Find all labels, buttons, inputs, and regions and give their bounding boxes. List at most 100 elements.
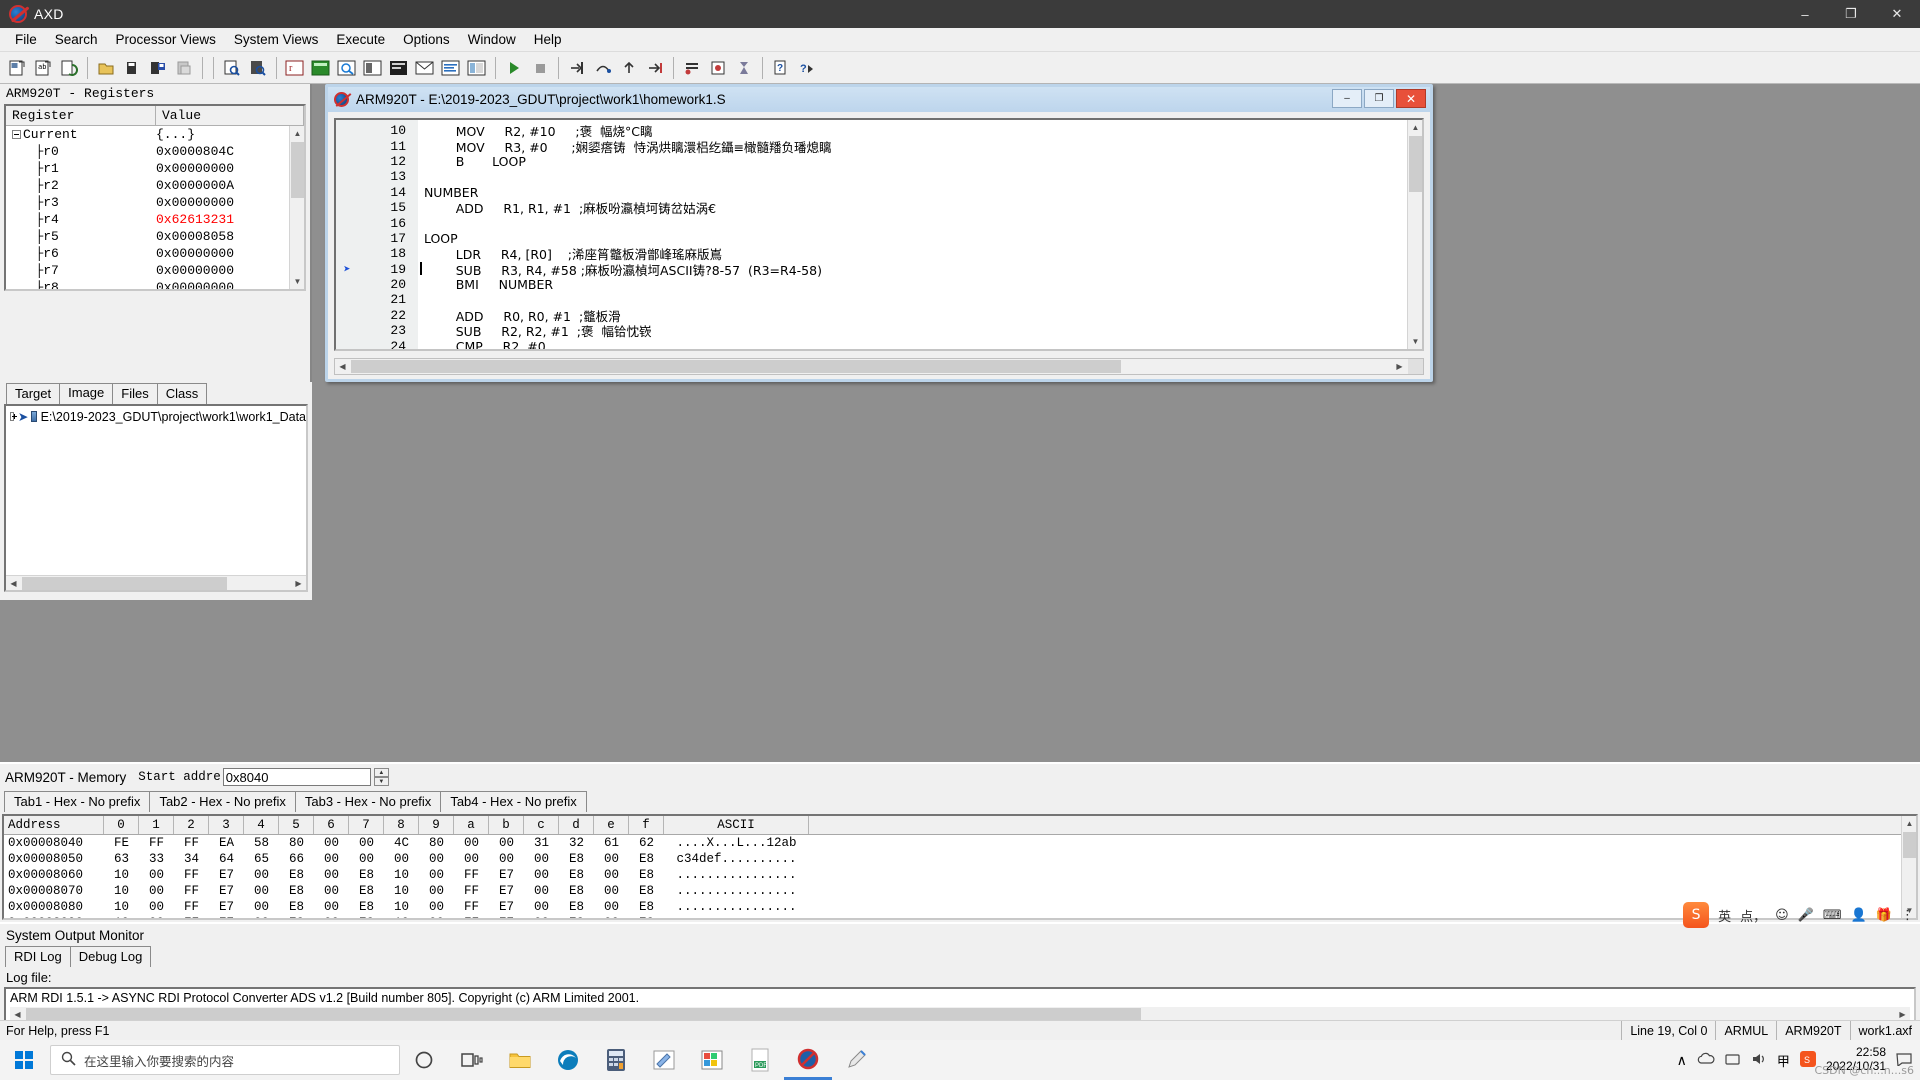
cortana-icon[interactable]	[400, 1040, 448, 1080]
memory-byte[interactable]: E7	[489, 899, 524, 915]
memory-byte[interactable]: 00	[594, 867, 629, 883]
go-icon[interactable]	[502, 55, 526, 80]
table-row[interactable]: ├r7 0x00000000	[6, 262, 304, 279]
spinner-down[interactable]: ▼	[373, 777, 389, 786]
menu-options[interactable]: Options	[394, 29, 459, 50]
edge-icon[interactable]	[544, 1040, 592, 1080]
memory-byte[interactable]: E8	[629, 883, 664, 899]
memory-byte[interactable]: 10	[104, 867, 139, 883]
column-register[interactable]: Register	[6, 106, 156, 126]
memory-byte[interactable]: 00	[244, 915, 279, 918]
memory-byte[interactable]: E8	[559, 883, 594, 899]
memory-byte[interactable]: E8	[279, 867, 314, 883]
source-code-editor[interactable]: 10 MOV R2, #10 ;褒 幅烧°C瞝 11 MOV R3, #0 ;娴…	[334, 118, 1424, 351]
memory-byte[interactable]: E8	[279, 883, 314, 899]
search-input[interactable]: 在这里输入你要搜索的内容	[50, 1045, 400, 1075]
stop-icon[interactable]	[528, 55, 552, 80]
memory-byte[interactable]: E8	[559, 851, 594, 867]
memory-byte[interactable]: 00	[244, 899, 279, 915]
code-line-current[interactable]: ➤ 19 SUB R3, R4, #58 ;麻板吩瀛楨坷ASCII铸?8-57 (…	[336, 262, 1405, 278]
registers-vertical-scrollbar[interactable]: ▲ ▼	[289, 126, 304, 289]
memory-byte[interactable]: 00	[419, 899, 454, 915]
memory-icon[interactable]	[309, 55, 333, 80]
memory-byte[interactable]: FF	[174, 835, 209, 851]
memory-byte[interactable]: 10	[104, 915, 139, 918]
column-4[interactable]: 4	[244, 816, 279, 834]
memory-byte[interactable]: E8	[629, 867, 664, 883]
file-explorer-icon[interactable]	[496, 1040, 544, 1080]
scroll-up-arrow[interactable]: ▲	[290, 126, 304, 141]
save-session-icon[interactable]	[120, 55, 144, 80]
ime-emoji-icon[interactable]: ☺	[1775, 908, 1789, 923]
code-line[interactable]: 11 MOV R3, #0 ;娴媭瘩铸 恃涡烘瞝澴梠纥鑷≡橄髓羳负璠熄瞝	[336, 138, 1405, 155]
axd-icon[interactable]	[784, 1040, 832, 1080]
memory-byte[interactable]: 10	[104, 899, 139, 915]
memory-byte[interactable]: 65	[244, 851, 279, 867]
memory-tab-1[interactable]: Tab1 - Hex - No prefix	[4, 791, 151, 812]
ime-keyboard-icon[interactable]: ⌨	[1823, 908, 1842, 923]
memory-byte[interactable]: E7	[209, 899, 244, 915]
memory-byte[interactable]: 10	[384, 915, 419, 918]
tab-target[interactable]: Target	[6, 383, 61, 404]
tab-class[interactable]: Class	[156, 383, 208, 404]
menu-system-views[interactable]: System Views	[225, 29, 328, 50]
breakpoint-list-icon[interactable]	[706, 55, 730, 80]
column-value[interactable]: Value	[156, 106, 304, 126]
tree-expand-icon[interactable]	[10, 412, 17, 421]
minimize-button[interactable]: –	[1782, 0, 1828, 28]
variables-icon[interactable]	[361, 55, 385, 80]
memory-byte[interactable]: 00	[524, 851, 559, 867]
memory-byte[interactable]: 00	[139, 899, 174, 915]
help-icon[interactable]: ?	[769, 55, 793, 80]
memory-byte[interactable]: 00	[314, 899, 349, 915]
column-e[interactable]: e	[594, 816, 629, 834]
menu-execute[interactable]: Execute	[327, 29, 394, 50]
code-line[interactable]: 12 B LOOP	[336, 154, 1405, 169]
memory-byte[interactable]: 00	[384, 851, 419, 867]
memory-byte[interactable]: 66	[279, 851, 314, 867]
memory-byte[interactable]: FF	[454, 899, 489, 915]
tray-chevron-icon[interactable]: ∧	[1677, 1052, 1687, 1069]
memory-byte[interactable]: 00	[524, 867, 559, 883]
memory-byte[interactable]: 00	[419, 883, 454, 899]
paste-icon[interactable]	[172, 55, 196, 80]
memory-tab-4[interactable]: Tab4 - Hex - No prefix	[440, 791, 587, 812]
load-image-icon[interactable]	[5, 55, 29, 80]
memory-byte[interactable]: FF	[174, 867, 209, 883]
column-6[interactable]: 6	[314, 816, 349, 834]
column-1[interactable]: 1	[139, 816, 174, 834]
step-over-icon[interactable]	[591, 55, 615, 80]
column-9[interactable]: 9	[419, 816, 454, 834]
paint-icon[interactable]	[832, 1040, 880, 1080]
load-debug-symbols-icon[interactable]: ab	[31, 55, 55, 80]
scrollbar-thumb[interactable]	[22, 577, 227, 590]
table-row[interactable]: Current {...}	[6, 126, 304, 143]
table-row[interactable]: ├r1 0x00000000	[6, 160, 304, 177]
scroll-up-arrow[interactable]: ▲	[1408, 120, 1422, 135]
table-row[interactable]: 0x00008050 63 33 34 64 65 66 00 00 00 00 00 00 00 E8 00…	[4, 851, 1916, 867]
backtrace-icon[interactable]	[465, 55, 489, 80]
memory-byte[interactable]: 00	[454, 851, 489, 867]
memory-byte[interactable]: 00	[594, 915, 629, 918]
source-close-button[interactable]: ✕	[1396, 89, 1426, 108]
scrollbar-thumb[interactable]	[1903, 832, 1916, 858]
scroll-right-arrow[interactable]: ▶	[291, 576, 306, 591]
memory-byte[interactable]: E8	[629, 851, 664, 867]
reload-image-icon[interactable]	[57, 55, 81, 80]
memory-byte[interactable]: E7	[489, 867, 524, 883]
memory-byte[interactable]: 00	[524, 899, 559, 915]
memory-byte[interactable]: E7	[209, 867, 244, 883]
column-address[interactable]: Address	[4, 816, 104, 834]
scroll-left-arrow[interactable]: ◀	[335, 359, 350, 374]
column-0[interactable]: 0	[104, 816, 139, 834]
memory-byte[interactable]: E8	[559, 867, 594, 883]
start-address-spinner[interactable]: ▲ ▼	[373, 768, 389, 786]
memory-byte[interactable]: 00	[314, 851, 349, 867]
column-3[interactable]: 3	[209, 816, 244, 834]
memory-byte[interactable]: 00	[349, 835, 384, 851]
memory-byte[interactable]: 00	[419, 915, 454, 918]
memory-byte[interactable]: 00	[314, 867, 349, 883]
memory-byte[interactable]: E8	[349, 867, 384, 883]
tray-onedrive-icon[interactable]	[1697, 1052, 1715, 1069]
pdf-icon[interactable]: PDF	[736, 1040, 784, 1080]
